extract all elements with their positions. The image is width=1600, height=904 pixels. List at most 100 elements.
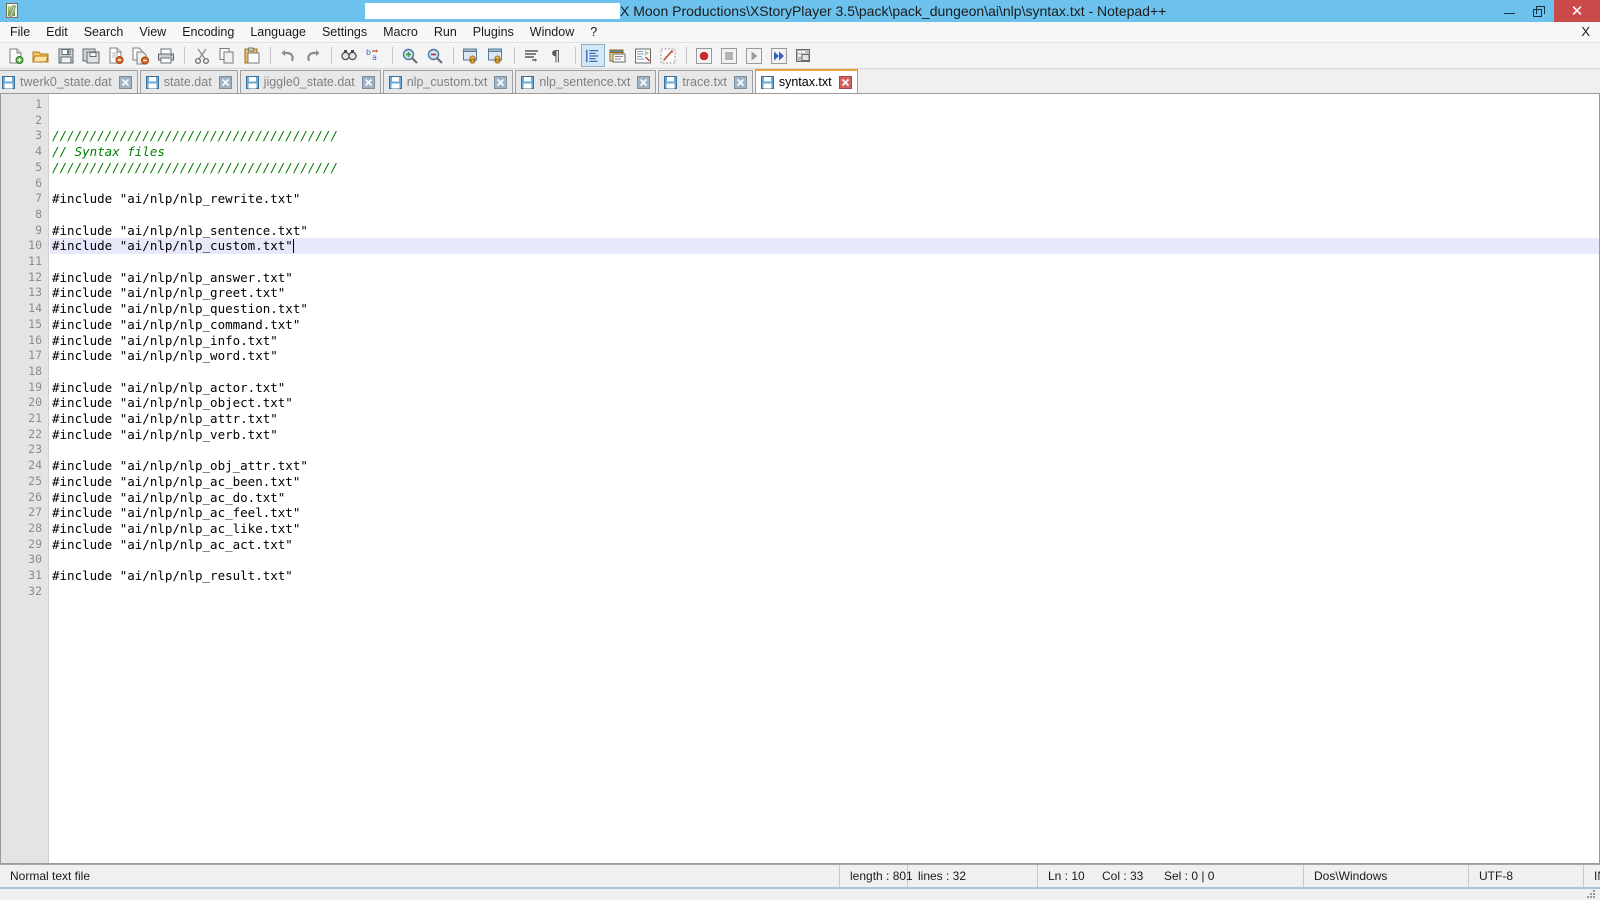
close-icon[interactable] (733, 75, 747, 89)
find-icon[interactable] (337, 44, 361, 67)
save-icon[interactable] (54, 44, 78, 67)
show-all-characters-icon[interactable]: ¶ (545, 44, 569, 67)
menu-item-run[interactable]: Run (426, 23, 465, 42)
line-number: 5 (35, 159, 42, 174)
word-wrap-icon[interactable] (520, 44, 544, 67)
menu-item-settings[interactable]: Settings (314, 23, 375, 42)
menu-item-help[interactable]: ? (582, 23, 605, 42)
tab-jiggle0-state-dat[interactable]: jiggle0_state.dat (239, 70, 381, 93)
tab-trace-txt[interactable]: trace.txt (658, 70, 753, 93)
editor-area[interactable]: 1 2 3 4 5 6 7 8 9 10 11 12 13 14 15 16 17 18 19 20 21 22 23 24 2… (0, 94, 1600, 864)
menu-item-file[interactable]: File (2, 23, 38, 42)
play-macro-icon[interactable] (742, 44, 766, 67)
close-document-button[interactable]: X (1581, 24, 1590, 39)
print-icon[interactable] (154, 44, 178, 67)
save-icon (145, 75, 159, 89)
window-controls: ✕ (1494, 0, 1600, 22)
tab-nlp-sentence-txt[interactable]: nlp_sentence.txt (515, 70, 657, 93)
tab-nlp-custom-txt[interactable]: nlp_custom.txt (382, 70, 514, 93)
code-row (50, 333, 1599, 349)
menu-item-plugins[interactable]: Plugins (465, 23, 522, 42)
undo-icon[interactable] (276, 44, 300, 67)
tab-label: jiggle0_state.dat (263, 74, 355, 89)
function-list-icon[interactable] (656, 44, 680, 67)
new-file-icon[interactable] (4, 44, 28, 67)
tab-syntax-txt[interactable]: syntax.txt (754, 69, 858, 93)
close-file-icon[interactable] (104, 44, 128, 67)
zoom-in-icon[interactable] (398, 44, 422, 67)
sync-vertical-scroll-icon[interactable] (459, 44, 483, 67)
sync-horizontal-scroll-icon[interactable] (484, 44, 508, 67)
minimize-button[interactable] (1494, 0, 1524, 22)
status-bar: Normal text file length : 801 lines : 32… (0, 864, 1600, 900)
tab-twerk0-state-dat[interactable]: twerk0_state.dat (0, 70, 138, 93)
tab-label: nlp_sentence.txt (539, 74, 631, 89)
code-line-text: ////////////////////////////////////// (52, 128, 338, 144)
code-line-text: #include "ai/nlp/nlp_answer.txt" (52, 269, 293, 285)
line-number: 16 (28, 332, 42, 347)
notepad-plus-plus-icon[interactable] (5, 3, 21, 19)
menu-item-window[interactable]: Window (522, 23, 582, 42)
line-number: 21 (28, 411, 42, 425)
code-line-text: #include "ai/nlp/nlp_attr.txt" (52, 411, 278, 426)
close-all-files-icon[interactable] (129, 44, 153, 67)
maximize-restore-button[interactable] (1524, 0, 1554, 22)
document-map-icon[interactable] (631, 44, 655, 67)
cut-icon[interactable] (190, 44, 214, 67)
close-icon[interactable] (118, 75, 132, 89)
save-all-icon[interactable] (79, 44, 103, 67)
status-sel: Sel : 0 | 0 (1154, 865, 1304, 887)
code-canvas[interactable]: ////////////////////////////////////////… (50, 94, 1599, 863)
title-bar[interactable]: X Moon Productions\XStoryPlayer 3.5\pack… (0, 0, 1600, 22)
code-line-text: #include "ai/nlp/nlp_rewrite.txt" (52, 191, 301, 207)
code-row (50, 442, 1599, 458)
run-macro-multiple-icon[interactable] (767, 44, 791, 67)
copy-icon[interactable] (215, 44, 239, 67)
tab-label: twerk0_state.dat (20, 74, 112, 89)
code-line-text: #include "ai/nlp/nlp_ac_feel.txt" (52, 505, 301, 521)
window-title: X Moon Productions\XStoryPlayer 3.5\pack… (620, 3, 1167, 19)
tab-label: nlp_custom.txt (406, 74, 488, 89)
resize-grip-icon[interactable] (1584, 886, 1596, 898)
tab-state-dat[interactable]: state.dat (139, 70, 238, 93)
menu-item-encoding[interactable]: Encoding (174, 23, 242, 42)
menu-item-search[interactable]: Search (76, 23, 132, 42)
menu-item-view[interactable]: View (131, 23, 174, 42)
status-length: length : 801 (840, 865, 913, 887)
code-row (50, 552, 1599, 568)
replace-icon[interactable]: b a (362, 44, 386, 67)
menu-item-language[interactable]: Language (242, 23, 314, 42)
line-number: 11 (28, 254, 42, 268)
line-number: 9 (35, 222, 42, 237)
paste-icon[interactable] (240, 44, 264, 67)
menu-item-macro[interactable]: Macro (375, 23, 426, 42)
code-line-text: #include "ai/nlp/nlp_obj_attr.txt" (52, 458, 308, 474)
status-lines: lines : 32 (908, 865, 1038, 887)
code-line-text: #include "ai/nlp/nlp_actor.txt" (52, 379, 286, 395)
close-icon[interactable] (838, 75, 852, 89)
line-number: 2 (35, 112, 42, 127)
save-macro-icon[interactable] (792, 44, 816, 67)
open-file-icon[interactable] (29, 44, 53, 67)
toolbar-separator (270, 47, 271, 64)
close-icon[interactable] (494, 75, 508, 89)
close-icon[interactable] (218, 75, 232, 89)
line-number: 29 (28, 536, 42, 551)
menu-item-edit[interactable]: Edit (38, 23, 76, 42)
user-defined-dialog-icon[interactable] (606, 44, 630, 67)
stop-macro-icon[interactable] (717, 44, 741, 67)
line-number: 22 (28, 426, 42, 441)
zoom-out-icon[interactable] (423, 44, 447, 67)
line-number: 20 (28, 395, 42, 410)
close-icon[interactable] (637, 75, 651, 89)
record-macro-icon[interactable] (692, 44, 716, 67)
close-window-button[interactable]: ✕ (1554, 0, 1600, 22)
close-icon[interactable] (361, 75, 375, 89)
code-line-text: #include "ai/nlp/nlp_custom.txt" (52, 238, 293, 254)
save-icon (521, 75, 535, 89)
line-number: 25 (28, 473, 42, 488)
redo-icon[interactable] (301, 44, 325, 67)
code-row (50, 364, 1599, 380)
indent-guide-icon[interactable] (581, 44, 605, 67)
line-number: 27 (28, 505, 42, 520)
